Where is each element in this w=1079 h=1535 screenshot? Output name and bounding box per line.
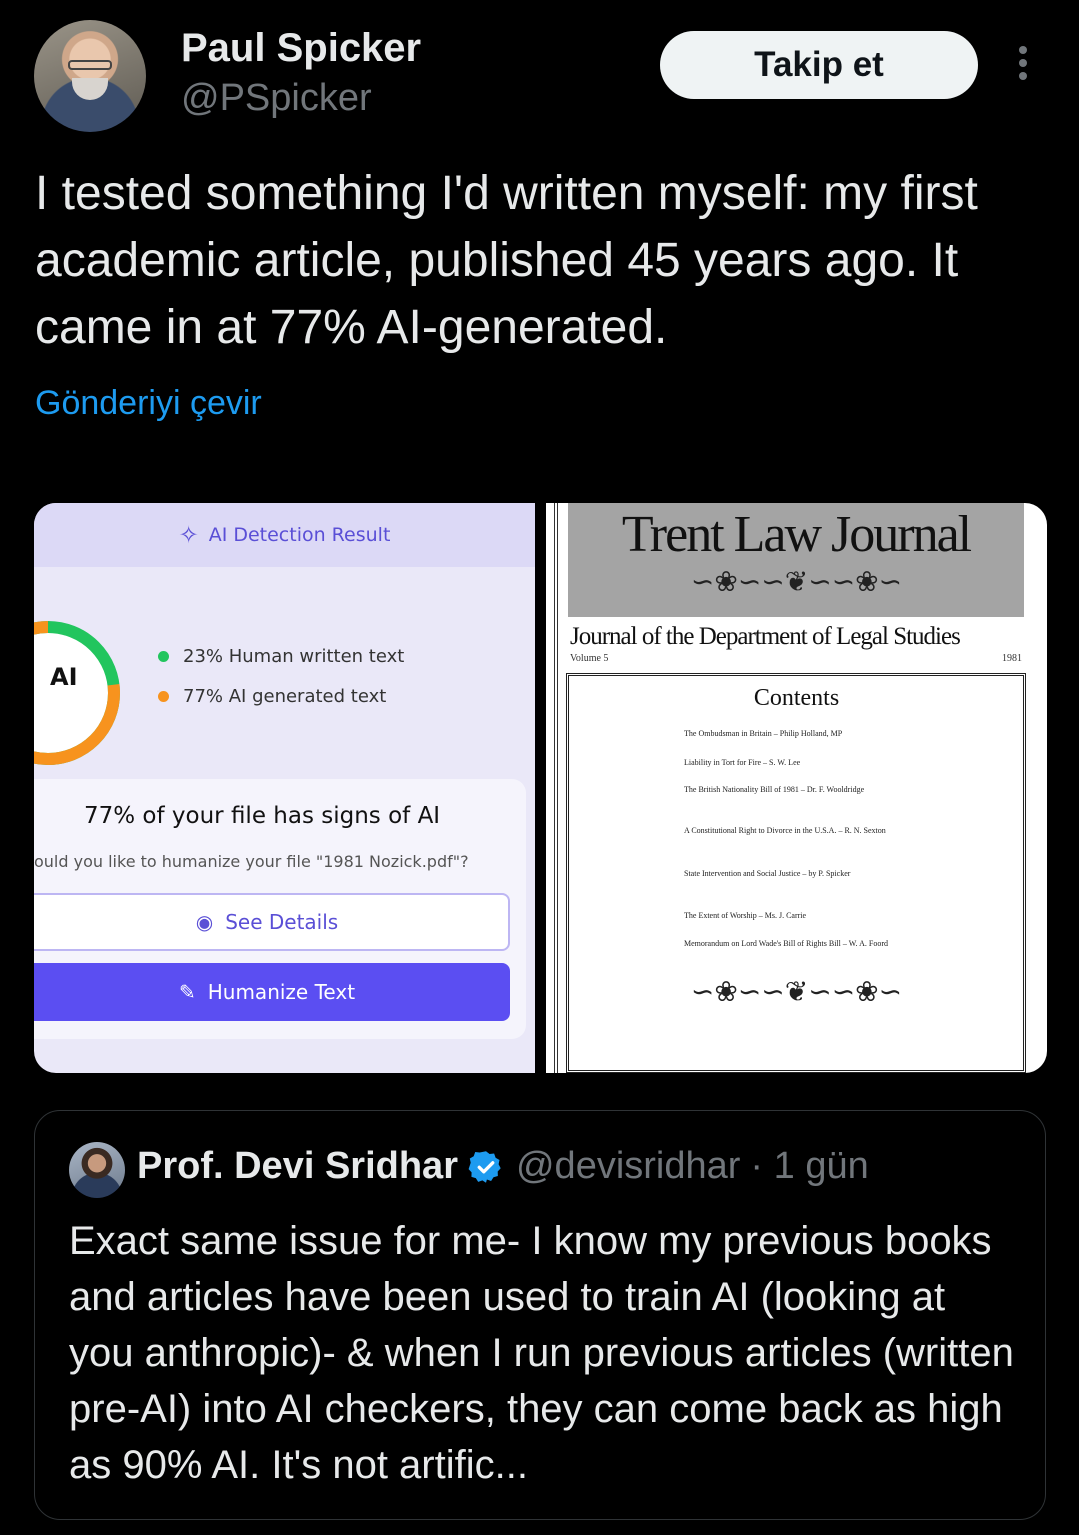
ornament-bottom: ∽❀∽∽❦∽∽❀∽ [690, 977, 903, 1008]
quoted-text: Exact same issue for me- I know my previ… [69, 1219, 1014, 1487]
humanize-text-button[interactable]: ✎ Humanize Text [34, 963, 510, 1021]
avatar-glasses [68, 60, 112, 70]
quoted-tweet[interactable]: Prof. Devi Sridhar @devisridhar · 1 gün … [34, 1110, 1046, 1520]
sparkle-icon: ✧ [178, 521, 199, 549]
avatar-beard [72, 78, 108, 100]
legend-dot-ai [158, 691, 169, 702]
legend-ai-text: 77% AI generated text [183, 686, 387, 707]
edit-icon: ✎ [178, 980, 196, 1004]
humanize-label: Humanize Text [207, 980, 356, 1004]
journal-volume-line: Volume 5 1981 [570, 653, 1022, 664]
journal-department: Journal of the Department of Legal Studi… [570, 623, 961, 650]
author-name[interactable]: Paul Spicker [181, 26, 421, 71]
see-details-label: See Details [225, 910, 339, 934]
eye-icon: ◉ [195, 910, 214, 934]
quoted-name[interactable]: Prof. Devi Sridhar [137, 1145, 458, 1188]
verified-badge-icon [468, 1150, 501, 1183]
legend-human-text: 23% Human written text [183, 646, 405, 667]
toc-item: The Extent of Worship – Ms. J. Carrie [684, 911, 807, 920]
toc-item: State Intervention and Social Justice – … [684, 869, 851, 878]
translate-link[interactable]: Gönderiyi çevir [35, 384, 262, 423]
ring-label: AI [50, 663, 78, 691]
see-details-button[interactable]: ◉ See Details [34, 893, 510, 951]
toc-item: The Ombudsman in Britain – Philip Hollan… [684, 729, 843, 738]
media-image-ai-detection[interactable]: ✧ AI Detection Result AI 23% Human writt… [34, 503, 535, 1073]
journal-year: 1981 [1002, 653, 1022, 664]
journal-volume: Volume 5 [570, 653, 609, 664]
quoted-header: Prof. Devi Sridhar @devisridhar · 1 gün [137, 1145, 869, 1188]
contents-heading: Contents [753, 685, 840, 711]
ai-ring-chart [34, 621, 120, 765]
ai-detection-title: AI Detection Result [208, 524, 391, 546]
ornament-top: ∽❀∽∽❦∽∽❀∽ [690, 567, 903, 598]
legend-human: 23% Human written text [158, 646, 404, 667]
more-options-icon[interactable] [1012, 46, 1034, 86]
result-card-title: 77% of your file has signs of AI [84, 803, 441, 829]
toc-item: Memorandum on Lord Wade's Bill of Rights… [684, 939, 888, 948]
legend-ai: 77% AI generated text [158, 686, 386, 707]
toc-item: A Constitutional Right to Divorce in the… [684, 826, 886, 835]
ai-detection-header: ✧ AI Detection Result [34, 503, 535, 567]
journal-title: Trent Law Journal [621, 506, 972, 563]
quoted-avatar[interactable] [69, 1142, 125, 1198]
author-handle[interactable]: @PSpicker [181, 77, 372, 120]
author-avatar[interactable] [34, 20, 146, 132]
toc-item: The British Nationality Bill of 1981 – D… [684, 785, 865, 794]
tweet-text: I tested something I'd written myself: m… [35, 167, 978, 354]
quoted-time[interactable]: · 1 gün [750, 1145, 868, 1188]
follow-button[interactable]: Takip et [660, 31, 978, 99]
legend-dot-human [158, 651, 169, 662]
toc-item: Liability in Tort for Fire – S. W. Lee [684, 758, 801, 767]
result-card-subtitle: ould you like to humanize your file "198… [34, 852, 469, 871]
media-image-journal[interactable]: Trent Law Journal ∽❀∽∽❦∽∽❀∽ Journal of t… [546, 503, 1047, 1073]
quoted-handle[interactable]: @devisridhar [516, 1145, 740, 1188]
